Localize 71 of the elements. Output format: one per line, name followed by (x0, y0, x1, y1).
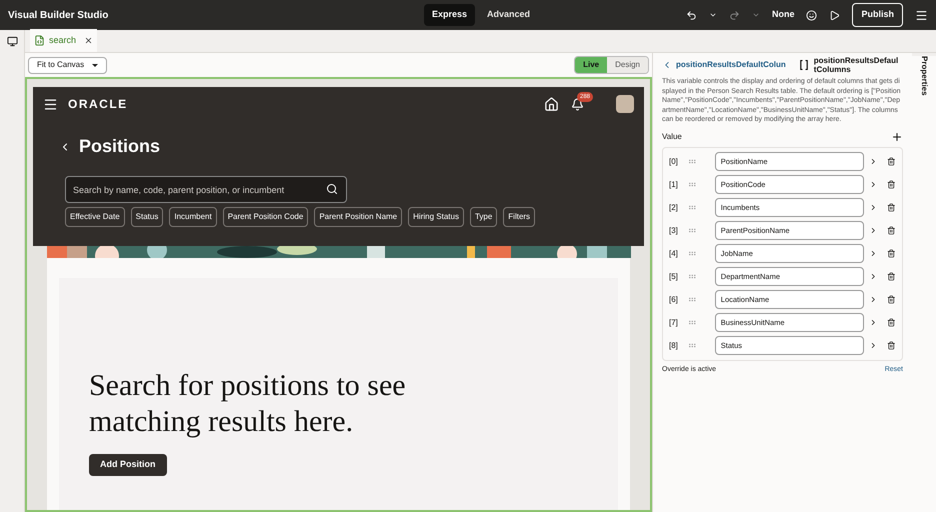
tab-label: search (49, 34, 76, 47)
drag-handle-icon[interactable] (688, 249, 697, 258)
filter-chip[interactable]: Filters (503, 207, 536, 227)
brackets-icon (800, 60, 808, 70)
drag-handle-icon[interactable] (688, 226, 697, 235)
search-field[interactable]: Search by name, code, parent position, or incumbent (65, 176, 347, 203)
caret-icon (92, 64, 98, 66)
monitor-icon[interactable] (6, 36, 18, 47)
empty-state-message: Search for positions to see matching results here. (89, 368, 407, 440)
properties-side-tab[interactable]: Properties (912, 56, 936, 512)
drag-handle-icon[interactable] (688, 272, 697, 281)
page-title: Positions (79, 135, 160, 158)
index-label: [3] (669, 224, 679, 236)
filter-chip[interactable]: Parent Position Name (314, 207, 402, 227)
add-position-button[interactable]: Add Position (89, 454, 166, 476)
version-label[interactable]: None (772, 8, 794, 22)
filter-chip[interactable]: Hiring Status (408, 207, 464, 227)
index-label: [7] (669, 316, 679, 328)
view-mode-tab[interactable]: Live (575, 57, 608, 73)
menu-icon[interactable] (915, 8, 928, 22)
smiley-icon[interactable] (806, 10, 818, 20)
delete-icon[interactable] (887, 180, 896, 189)
add-icon[interactable] (891, 130, 903, 142)
delete-icon[interactable] (887, 295, 896, 304)
index-label: [5] (669, 270, 679, 282)
filter-chip[interactable]: Status (130, 207, 164, 227)
home-icon[interactable] (544, 96, 559, 112)
brand-logo: ORACLE (68, 96, 128, 113)
app-title: Visual Builder Studio (8, 8, 110, 22)
delete-icon[interactable] (887, 318, 896, 327)
delete-icon[interactable] (887, 272, 896, 281)
mode-tab[interactable]: Express (424, 4, 476, 26)
menu-icon[interactable] (43, 96, 58, 112)
delete-icon[interactable] (887, 341, 896, 350)
delete-icon[interactable] (887, 203, 896, 212)
bell-icon[interactable] (571, 98, 584, 110)
drag-handle-icon[interactable] (688, 203, 697, 212)
redo-icon[interactable] (728, 10, 740, 20)
drag-handle-icon[interactable] (688, 341, 697, 350)
undo-icon[interactable] (686, 10, 697, 20)
filter-chip[interactable]: Incumbent (169, 207, 217, 227)
delete-icon[interactable] (887, 249, 896, 258)
file-icon (34, 35, 45, 46)
index-label: [6] (669, 294, 679, 306)
drag-handle-icon[interactable] (688, 157, 697, 166)
index-label: [4] (669, 248, 679, 260)
filter-chip[interactable]: Effective Date (65, 207, 125, 227)
drag-handle-icon[interactable] (688, 318, 697, 327)
view-mode-tab[interactable]: Design (607, 57, 648, 73)
drag-handle-icon[interactable] (688, 180, 697, 189)
delete-icon[interactable] (887, 226, 896, 235)
close-icon[interactable] (84, 36, 94, 45)
delete-icon[interactable] (887, 157, 896, 166)
breadcrumb-link[interactable]: positionResultsDefaultColun (676, 59, 786, 71)
index-label: [2] (669, 202, 679, 214)
index-label: [0] (669, 156, 679, 168)
filter-chip[interactable]: Type (470, 207, 498, 227)
avatar[interactable] (616, 95, 634, 113)
mode-tab[interactable]: Advanced (479, 4, 538, 26)
zoom-dropdown[interactable]: Fit to Canvas (28, 56, 108, 74)
search-icon[interactable] (326, 183, 338, 195)
index-label: [8] (669, 340, 679, 352)
drag-handle-icon[interactable] (688, 295, 697, 304)
publish-button[interactable]: Publish (852, 3, 903, 27)
index-label: [1] (669, 178, 679, 190)
variable-name: positionResultsDefaultColumns (814, 56, 900, 74)
play-icon[interactable] (829, 10, 840, 20)
value-label: Value (662, 130, 682, 142)
caret-icon[interactable] (708, 11, 717, 19)
filter-chip[interactable]: Parent Position Code (222, 207, 308, 227)
file-tab[interactable]: search (30, 29, 98, 52)
